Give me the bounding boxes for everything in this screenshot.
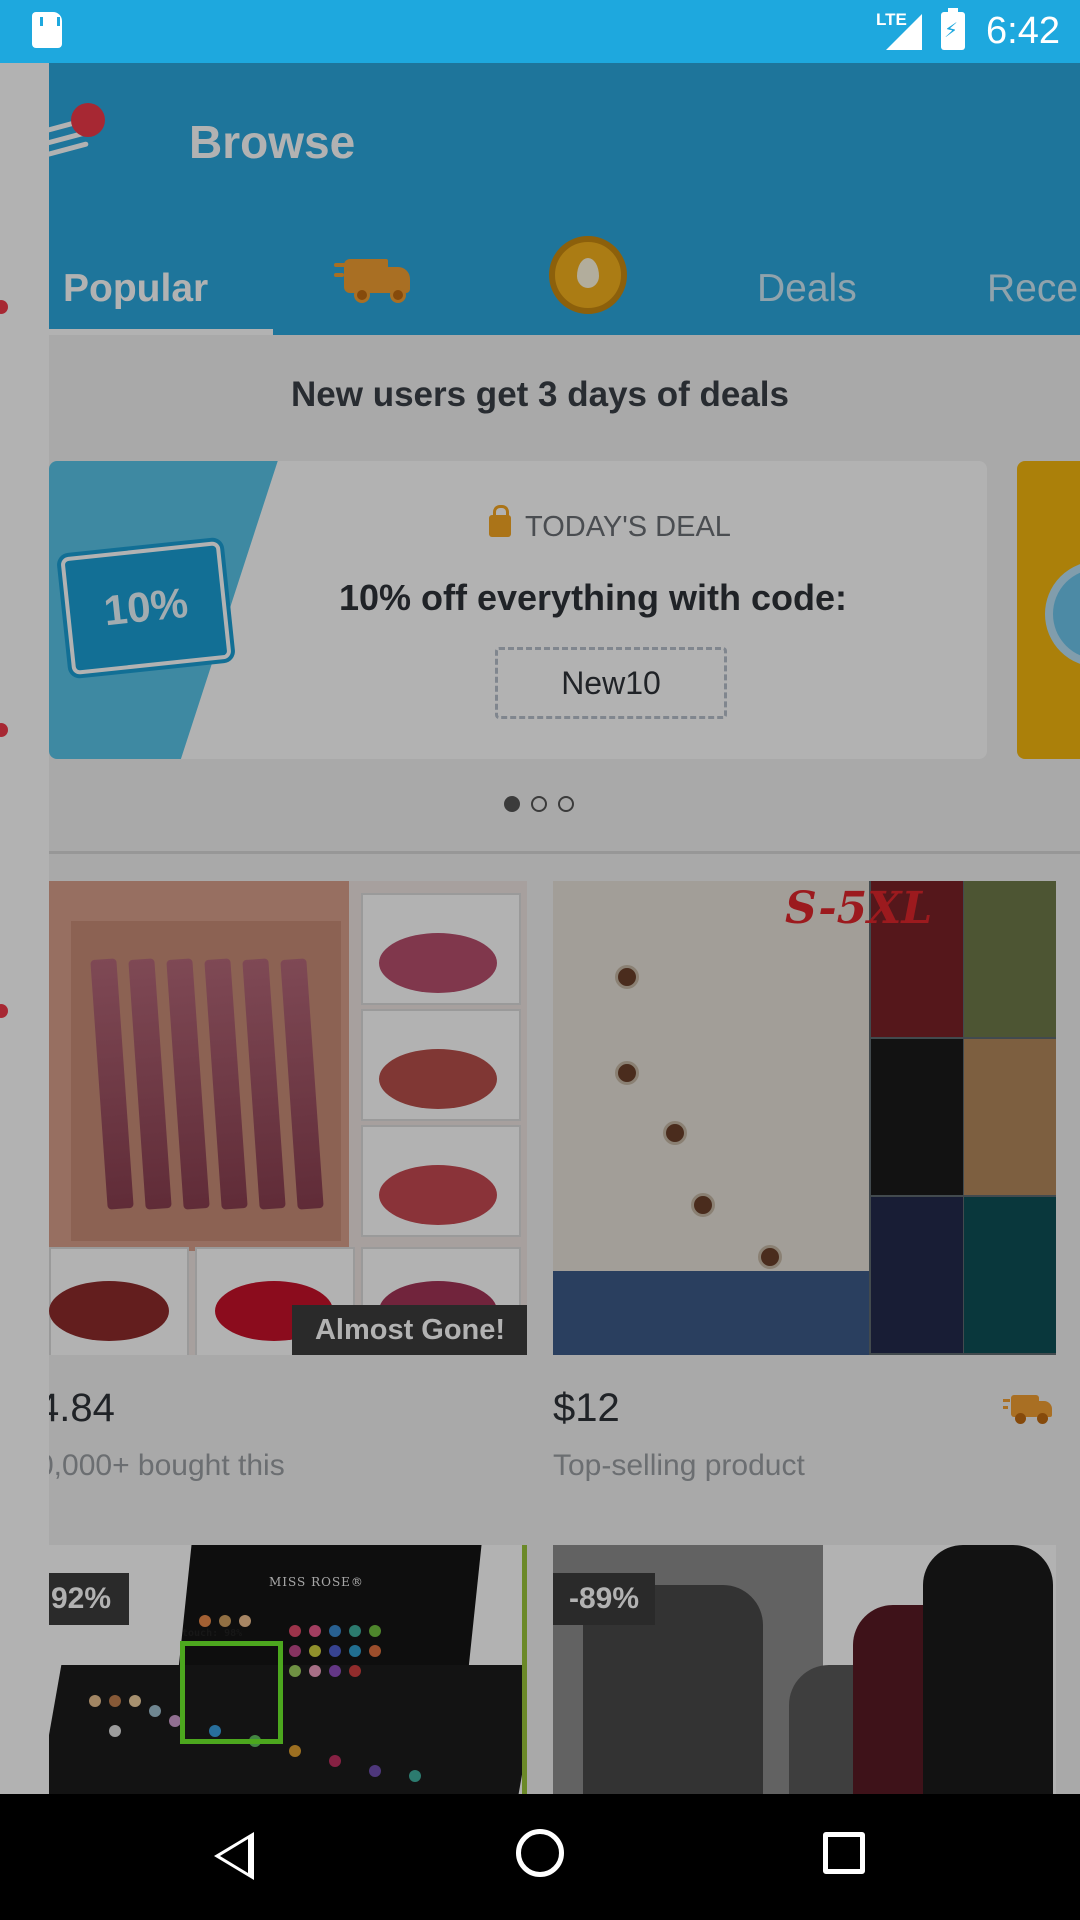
- product-card-palette[interactable]: MISS ROSE® 92%: [49, 1545, 527, 1794]
- carousel-dot[interactable]: [504, 796, 520, 812]
- product-image: Almost Gone!: [49, 881, 527, 1355]
- carousel-dot[interactable]: [558, 796, 574, 812]
- carousel-indicator: [504, 796, 584, 816]
- truck-icon: [1003, 1391, 1055, 1427]
- tab-shipping[interactable]: [334, 253, 412, 305]
- app-content: Browse Popular Deals Rece New users get …: [49, 63, 1080, 1794]
- app-bar: Browse Popular Deals Rece: [49, 63, 1080, 335]
- carousel-dot[interactable]: [531, 796, 547, 812]
- tab-popular[interactable]: Popular: [63, 243, 208, 335]
- drawer-badge: [0, 300, 8, 314]
- promo-code[interactable]: New10: [495, 647, 727, 719]
- next-deal-card[interactable]: [1017, 461, 1080, 759]
- signal-icon: [886, 14, 922, 50]
- menu-icon[interactable]: [49, 103, 105, 158]
- stock-badge: Almost Gone!: [292, 1305, 527, 1355]
- product-card-lipstick[interactable]: Almost Gone! 4.84 0,000+ bought this: [49, 881, 527, 1482]
- status-bar: LTE 6:42: [0, 0, 1080, 63]
- discount-badge: 92%: [49, 1573, 129, 1625]
- active-tab-indicator: [49, 329, 273, 335]
- drawer-badge: [0, 723, 8, 737]
- discount-badge: -89%: [553, 1573, 655, 1625]
- system-navigation-bar: [0, 1794, 1080, 1920]
- touch-annotation-label: touch: 98%: [182, 1628, 243, 1639]
- touch-annotation-box: [180, 1641, 283, 1744]
- recent-apps-icon[interactable]: [823, 1832, 865, 1874]
- tab-deals[interactable]: Deals: [757, 243, 857, 335]
- navigation-drawer[interactable]: [0, 63, 49, 1794]
- deal-card[interactable]: 10% TODAY'S DEAL 10% off everything with…: [49, 461, 987, 759]
- tab-prize-wheel[interactable]: [549, 236, 627, 314]
- back-icon[interactable]: [214, 1832, 254, 1880]
- clock: 6:42: [986, 10, 1060, 52]
- battery-charging-icon: [941, 8, 965, 50]
- product-image: S-5XL: [553, 881, 1056, 1355]
- product-price: $12: [553, 1386, 620, 1430]
- notification-dot: [71, 103, 105, 137]
- lock-icon: [489, 505, 511, 537]
- drawer-badge: [0, 1004, 8, 1018]
- product-subtitle: 0,000+ bought this: [49, 1449, 285, 1482]
- product-subtitle: Top-selling product: [553, 1449, 805, 1482]
- tab-recent[interactable]: Rece: [987, 243, 1078, 335]
- promo-banner-text: New users get 3 days of deals: [291, 375, 789, 414]
- product-brand: MISS ROSE®: [269, 1575, 364, 1589]
- sd-card-icon: [32, 12, 62, 48]
- home-icon[interactable]: [516, 1829, 564, 1877]
- divider: [49, 851, 1080, 854]
- deal-headline: 10% off everything with code:: [338, 577, 848, 618]
- size-range-label: S-5XL: [785, 883, 933, 934]
- product-price: 4.84: [49, 1386, 115, 1430]
- product-card-sweater[interactable]: S-5XL $12 Top-selling product: [553, 881, 1056, 1482]
- product-card-dress[interactable]: -89%: [553, 1545, 1056, 1794]
- product-image: MISS ROSE® 92%: [49, 1545, 527, 1794]
- page-title: Browse: [189, 116, 356, 168]
- product-image: -89%: [553, 1545, 1056, 1794]
- deal-label: TODAY'S DEAL: [525, 511, 731, 543]
